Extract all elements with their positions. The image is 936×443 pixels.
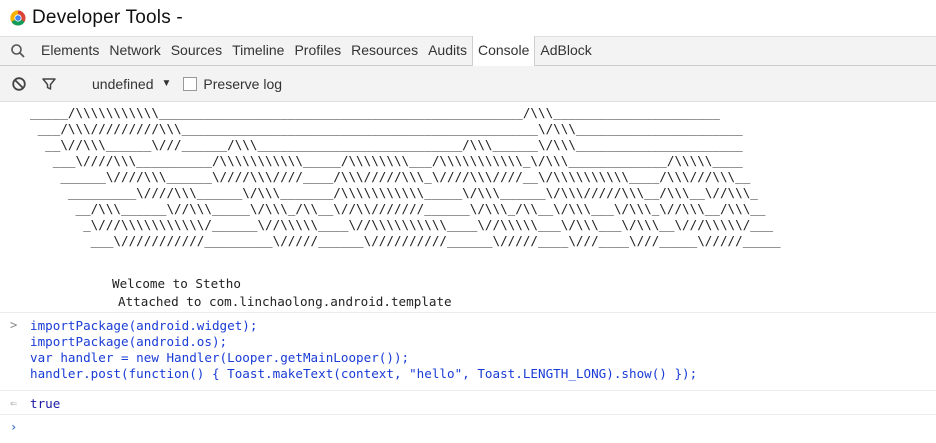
console-input-line: var handler = new Handler(Looper.getMain… bbox=[30, 350, 410, 365]
clear-console-icon[interactable] bbox=[11, 76, 27, 92]
welcome-message: Welcome to Stetho bbox=[112, 276, 241, 291]
tab-console[interactable]: Console bbox=[472, 36, 536, 66]
search-icon[interactable] bbox=[10, 43, 26, 59]
tab-sources[interactable]: Sources bbox=[166, 36, 227, 66]
tab-bar: Elements Network Sources Timeline Profil… bbox=[0, 36, 936, 66]
prompt-chevron-icon: › bbox=[10, 420, 18, 434]
console-result: true bbox=[30, 396, 61, 411]
input-chevron-icon: > bbox=[10, 318, 18, 332]
separator bbox=[0, 414, 936, 415]
console-input-line: importPackage(android.widget); bbox=[30, 318, 258, 333]
console-toolbar: undefined ▼ Preserve log bbox=[0, 66, 936, 102]
window-title: Developer Tools - bbox=[32, 7, 183, 28]
preserve-log-label: Preserve log bbox=[203, 75, 283, 92]
tab-network[interactable]: Network bbox=[104, 36, 165, 66]
console-prompt-input[interactable] bbox=[30, 418, 910, 438]
separator bbox=[0, 312, 936, 313]
console-input-line: handler.post(function() { Toast.makeText… bbox=[30, 366, 698, 381]
execution-context-value: undefined bbox=[92, 75, 154, 92]
result-arrow-icon: ⇐ bbox=[10, 396, 18, 410]
execution-context-select[interactable]: undefined ▼ bbox=[92, 76, 171, 92]
console-input-line: importPackage(android.os); bbox=[30, 334, 228, 349]
preserve-log-checkbox[interactable] bbox=[183, 76, 198, 91]
tab-elements[interactable]: Elements bbox=[36, 36, 104, 66]
tab-profiles[interactable]: Profiles bbox=[289, 36, 346, 66]
tab-timeline[interactable]: Timeline bbox=[227, 36, 289, 66]
tab-resources[interactable]: Resources bbox=[346, 36, 423, 66]
title-bar: Developer Tools - bbox=[0, 0, 936, 36]
stetho-ascii-banner: _____/\\\\\\\\\\\_______________________… bbox=[30, 105, 781, 248]
chrome-logo-icon bbox=[10, 10, 26, 26]
console-output: _____/\\\\\\\\\\\_______________________… bbox=[0, 102, 936, 443]
dropdown-arrow-icon: ▼ bbox=[161, 78, 172, 89]
attached-message: Attached to com.linchaolong.android.temp… bbox=[118, 294, 452, 309]
filter-icon[interactable] bbox=[41, 76, 57, 92]
tab-adblock[interactable]: AdBlock bbox=[535, 36, 596, 66]
separator bbox=[0, 390, 936, 391]
tab-audits[interactable]: Audits bbox=[423, 36, 472, 66]
